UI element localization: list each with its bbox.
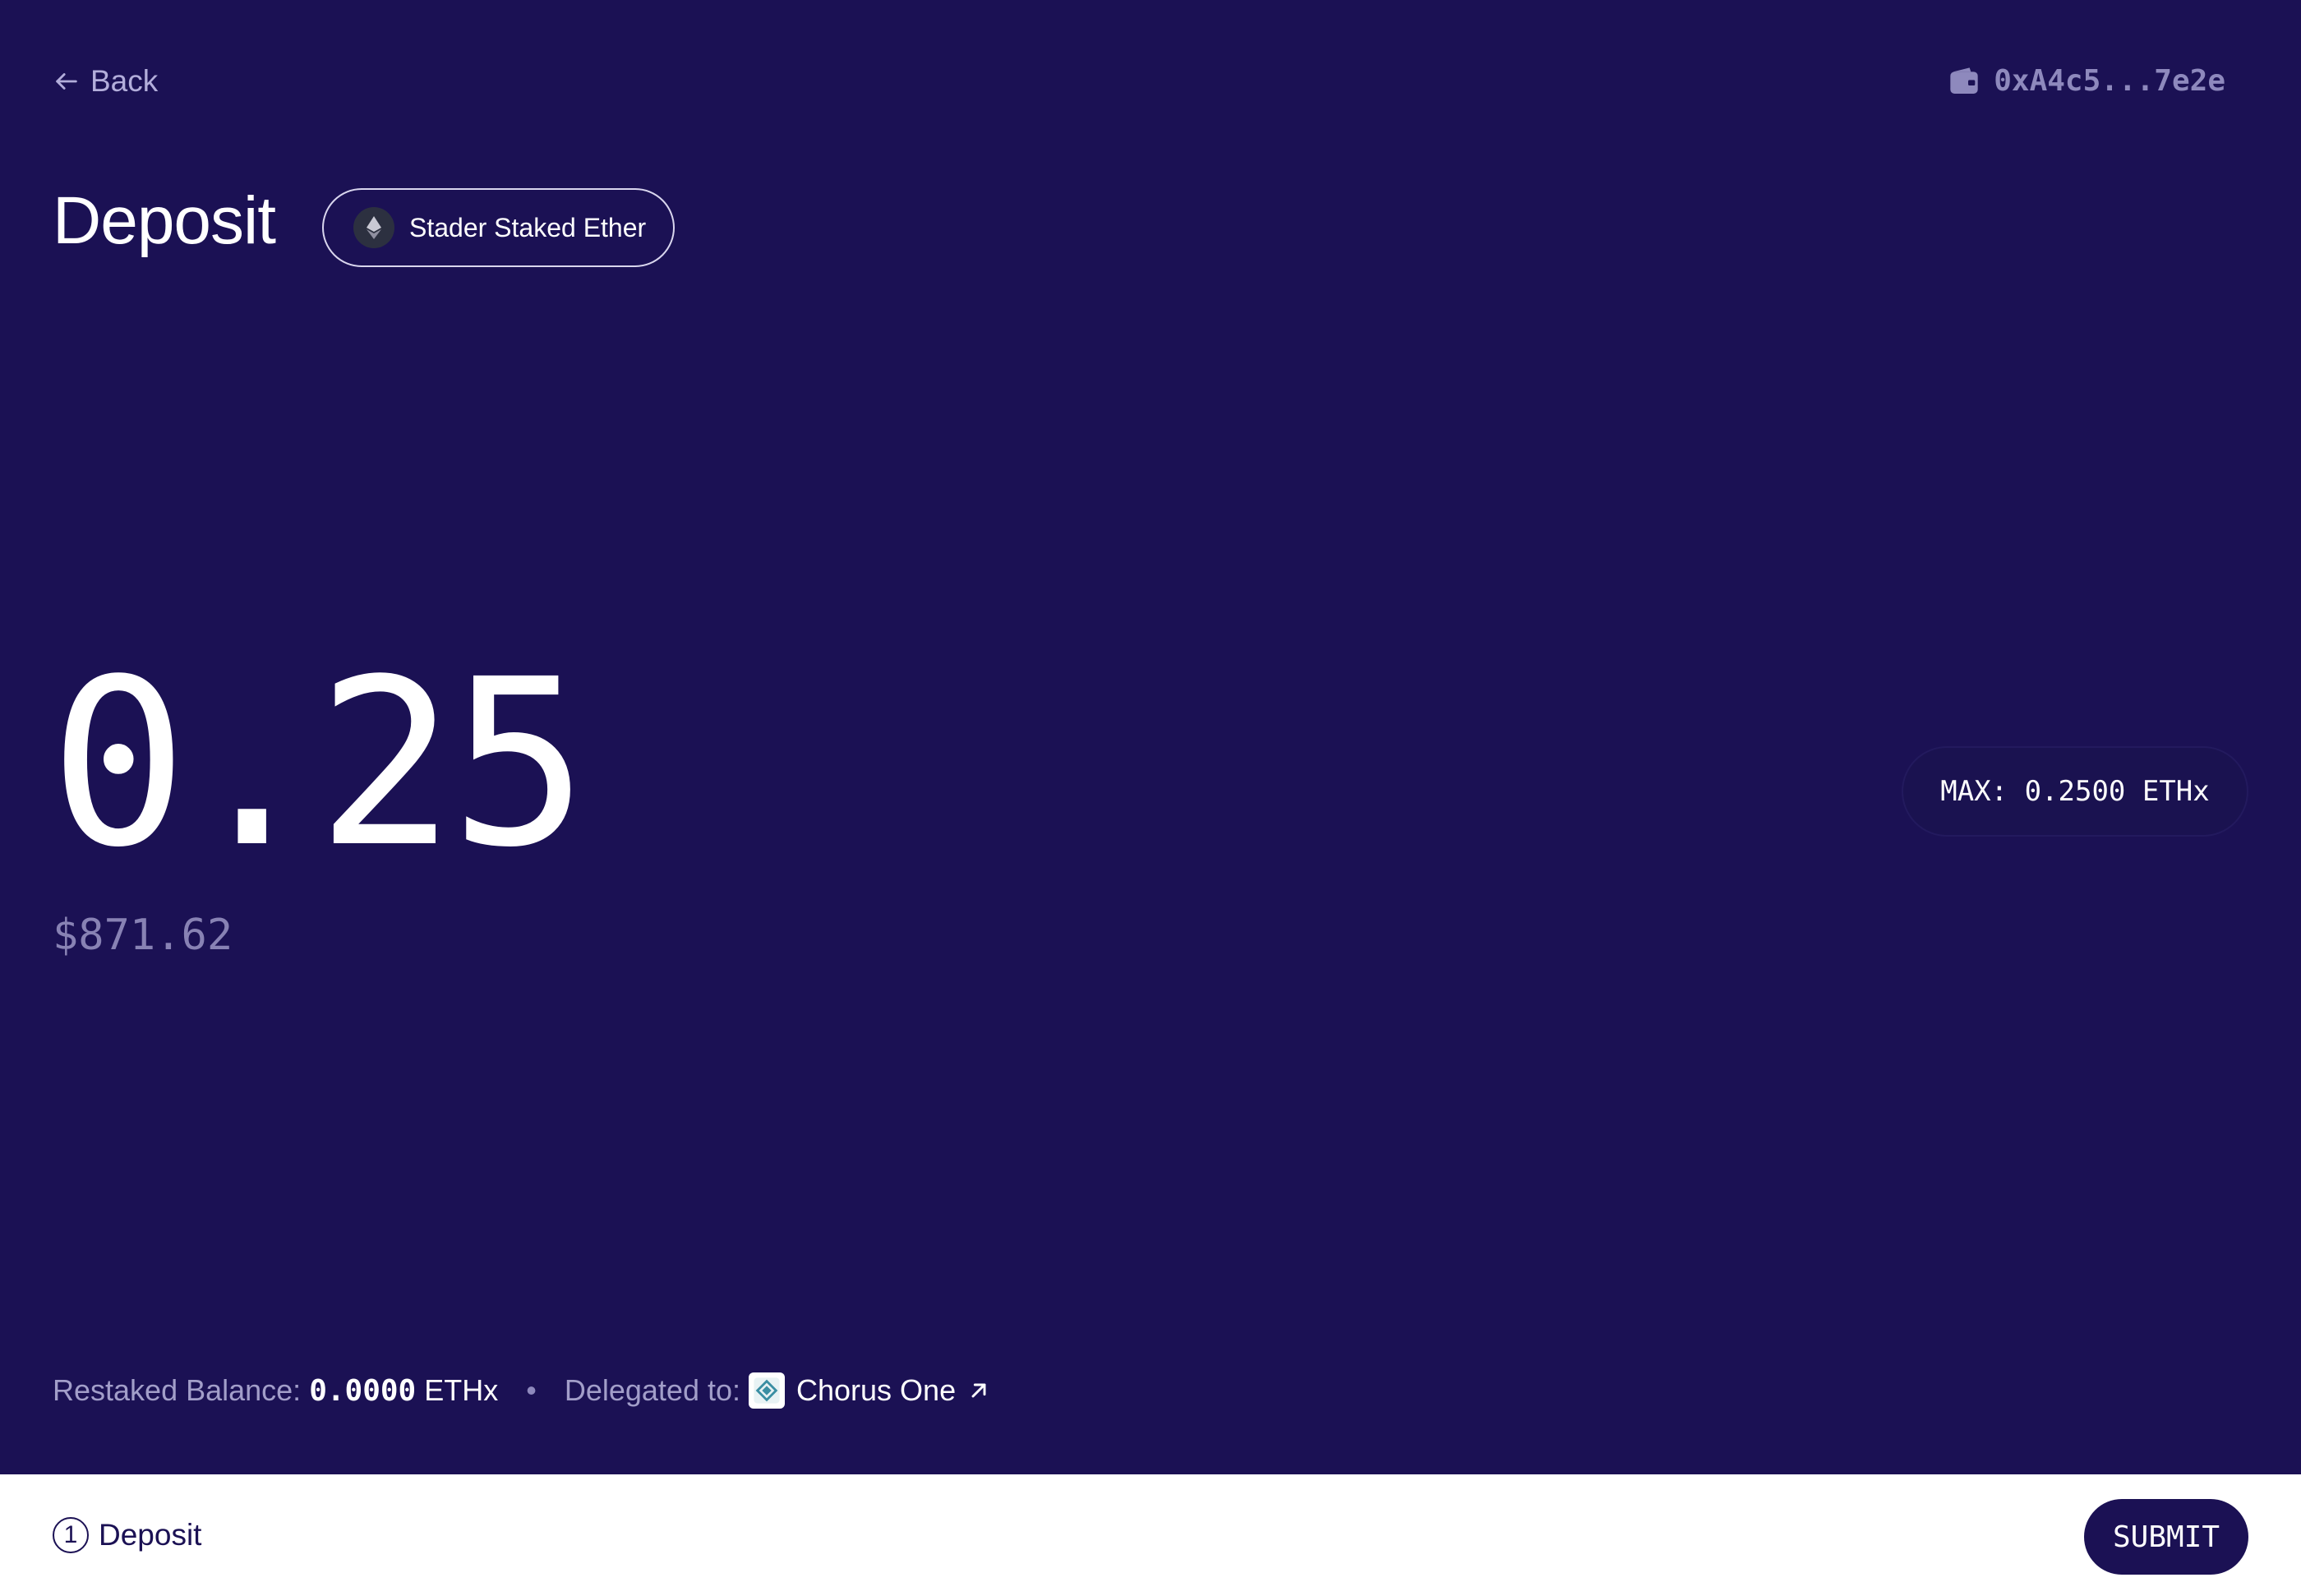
operator-name: Chorus One — [796, 1373, 957, 1407]
restaked-balance-label: Restaked Balance: — [53, 1373, 302, 1407]
restaked-balance-unit: ETHx — [424, 1373, 499, 1407]
chorus-one-logo — [749, 1372, 785, 1409]
back-label: Back — [90, 64, 159, 98]
token-name: Stader Staked Ether — [409, 212, 647, 242]
delegated-label: Delegated to: — [564, 1373, 740, 1407]
separator-dot: • — [526, 1373, 537, 1407]
footer-bar: 1 Deposit SUBMIT — [0, 1474, 2301, 1596]
step-indicator: 1 Deposit — [53, 1517, 201, 1553]
operator-link[interactable]: Chorus One — [749, 1372, 990, 1409]
external-link-icon — [971, 1383, 986, 1398]
max-button[interactable]: MAX: 0.2500 ETHx — [1902, 746, 2248, 837]
restaked-balance-value: 0.0000 — [309, 1373, 417, 1408]
back-button[interactable]: Back — [53, 64, 158, 99]
token-selector[interactable]: Stader Staked Ether — [322, 188, 675, 267]
step-label: Deposit — [99, 1518, 202, 1552]
deposit-page: Back 0xA4c5...7e2e Deposit Stader Staked… — [0, 0, 2301, 1596]
amount-input[interactable]: 0.25 — [49, 649, 1200, 879]
arrow-left-icon — [56, 73, 77, 90]
wallet-address: 0xA4c5...7e2e — [1994, 64, 2225, 98]
amount-usd-value: $871.62 — [53, 911, 233, 960]
page-title: Deposit — [53, 183, 276, 258]
step-number: 1 — [53, 1517, 89, 1553]
balance-info-row: Restaked Balance: 0.0000 ETHx • Delegate… — [53, 1372, 990, 1409]
wallet-icon — [1950, 67, 1978, 94]
ethereum-icon — [353, 207, 394, 248]
submit-button[interactable]: SUBMIT — [2084, 1499, 2248, 1575]
wallet-button[interactable]: 0xA4c5...7e2e — [1948, 64, 2225, 98]
